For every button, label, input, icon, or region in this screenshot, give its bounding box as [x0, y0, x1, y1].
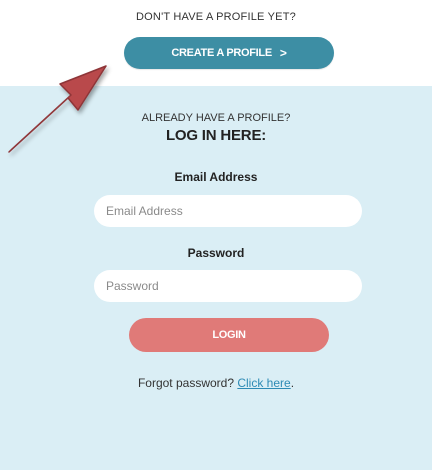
- forgot-password-row: Forgot password? Click here.: [0, 376, 432, 390]
- create-profile-label: CREATE A PROFILE: [171, 47, 272, 59]
- login-button[interactable]: LOGIN: [129, 318, 329, 352]
- forgot-password-link[interactable]: Click here: [237, 376, 290, 390]
- password-label: Password: [187, 246, 245, 260]
- forgot-password-text: Forgot password?: [137, 376, 234, 390]
- password-field[interactable]: [94, 270, 362, 302]
- chevron-right-icon: >: [279, 46, 287, 60]
- forgot-password-suffix: .: [290, 376, 295, 390]
- arrow-pointing-up-right-icon: [8, 65, 107, 153]
- signup-prompt: DON'T HAVE A PROFILE YET?: [136, 11, 296, 23]
- login-button-label: LOGIN: [212, 329, 246, 341]
- email-field[interactable]: [94, 195, 362, 227]
- create-profile-button[interactable]: CREATE A PROFILE >: [124, 37, 334, 69]
